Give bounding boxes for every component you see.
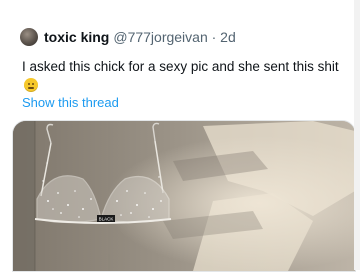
show-thread-link[interactable]: Show this thread: [22, 95, 119, 110]
tweet-photo[interactable]: BLACK: [12, 120, 356, 272]
bra-tag-text: BLACK: [99, 217, 114, 222]
slightly-frowning-face-icon: [24, 78, 38, 92]
handle-and-time[interactable]: @777jorgeivan · 2d: [113, 29, 235, 45]
scroll-edge: [354, 0, 360, 270]
tweet-header: toxic king @777jorgeivan · 2d: [20, 24, 236, 50]
avatar[interactable]: [20, 28, 38, 46]
tweet-text-content: I asked this chick for a sexy pic and sh…: [22, 59, 339, 74]
photo-illustration: BLACK: [13, 121, 355, 271]
tweet-card[interactable]: toxic king @777jorgeivan · 2d I asked th…: [0, 0, 360, 272]
tweet-text: I asked this chick for a sexy pic and sh…: [22, 57, 340, 95]
display-name[interactable]: toxic king: [44, 29, 109, 45]
